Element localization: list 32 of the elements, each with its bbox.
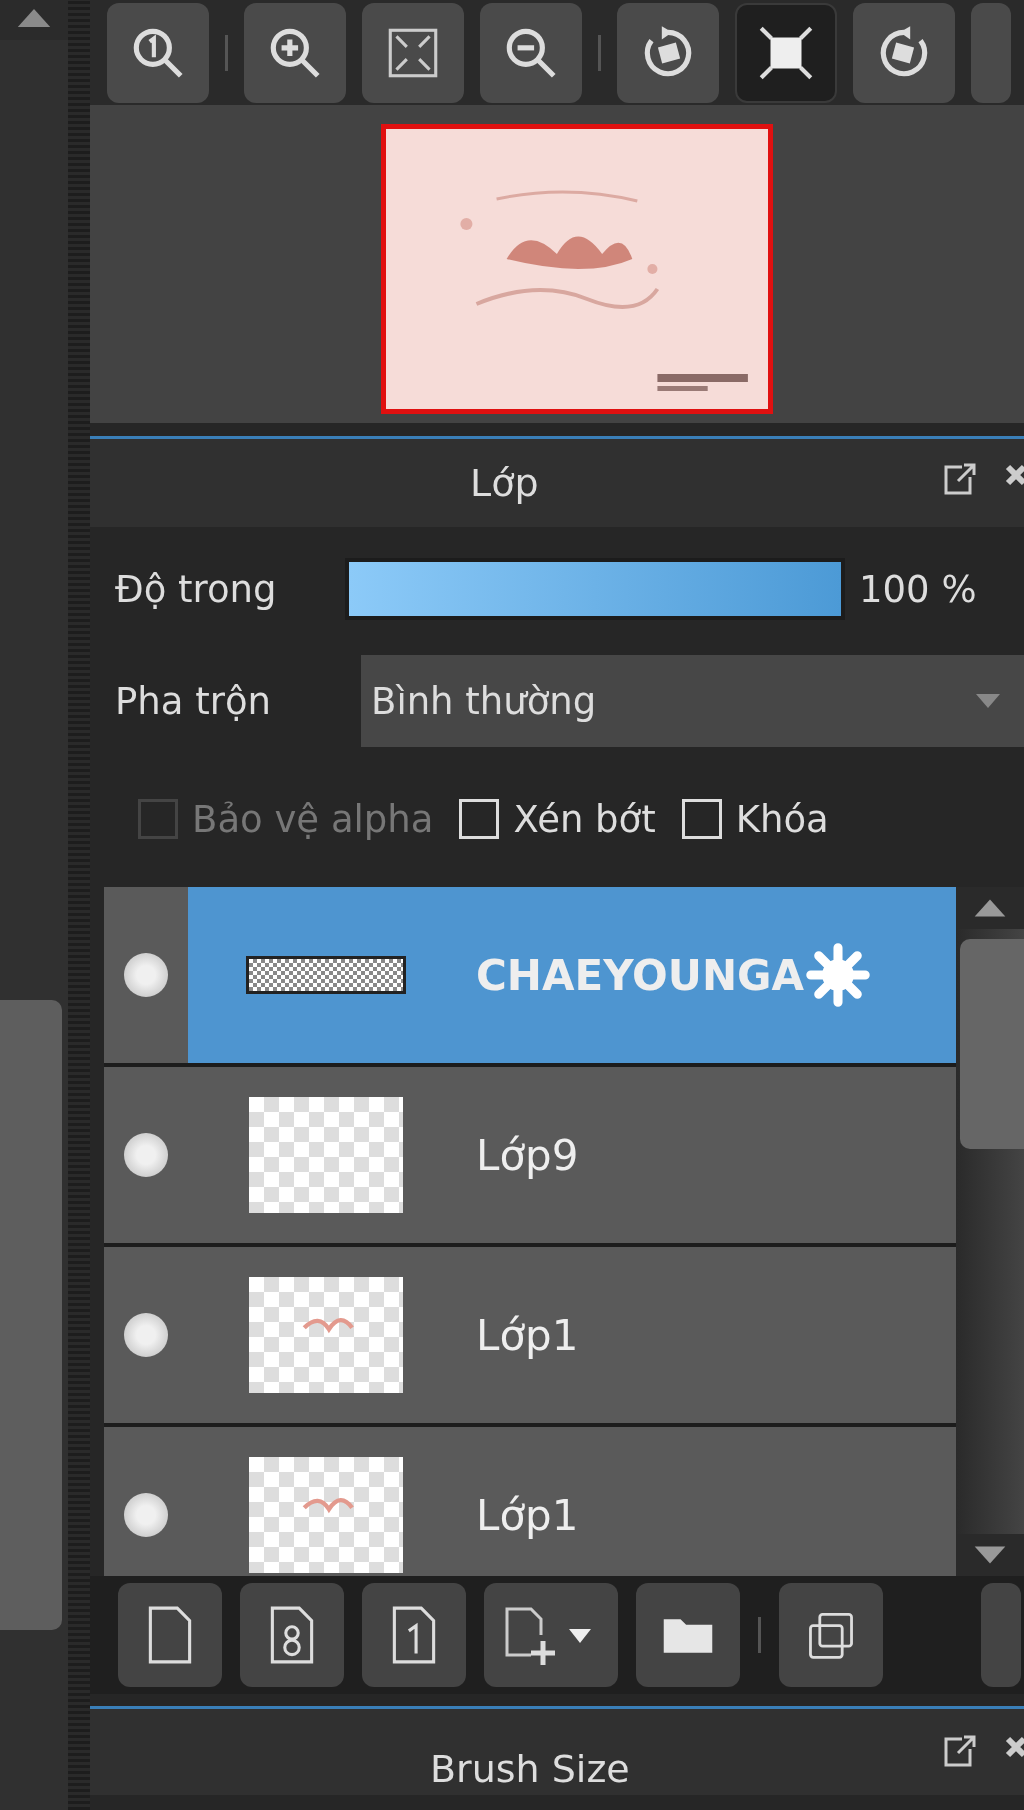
rotate-left-button[interactable] [617,2,719,103]
panel-title: Lớp [470,461,539,505]
splitter-handle[interactable] [68,0,90,1810]
zoom-actual-button[interactable] [107,2,209,103]
checkbox-label: Bảo vệ alpha [192,797,434,841]
new-layer-button[interactable] [118,1583,222,1687]
duplicate-button[interactable] [779,1583,883,1687]
fit-window-button[interactable] [735,2,837,103]
dropdown-arrow-icon [976,694,1000,708]
blend-mode-dropdown[interactable]: Bình thường [361,655,1024,747]
zoom-out-button[interactable] [480,2,582,103]
blend-mode-label: Pha trộn [115,679,272,723]
visibility-toggle[interactable] [124,953,168,997]
scroll-down-arrow-icon[interactable] [973,1544,1007,1566]
opacity-label: Độ trong [115,567,278,611]
scrollbar-thumb[interactable] [960,939,1024,1149]
checkbox-label: Xén bớt [513,797,656,841]
panel-title: Brush Size [430,1747,630,1791]
fit-button[interactable] [362,2,464,103]
scroll-up-arrow-icon[interactable] [973,897,1007,919]
visibility-toggle[interactable] [124,1313,168,1357]
zoom-in-button[interactable] [244,2,346,103]
scrollbar-thumb[interactable] [0,1000,62,1630]
visibility-toggle[interactable] [124,1493,168,1537]
new-8bit-layer-button[interactable] [240,1583,344,1687]
new-1bit-layer-button[interactable] [362,1583,466,1687]
opacity-value: 100 % [859,567,977,611]
visibility-toggle[interactable] [124,1133,168,1177]
folder-button[interactable] [636,1583,740,1687]
checkbox-label: Khóa [735,797,829,841]
add-menu-button[interactable] [484,1583,618,1687]
rotate-right-button[interactable] [853,2,955,103]
